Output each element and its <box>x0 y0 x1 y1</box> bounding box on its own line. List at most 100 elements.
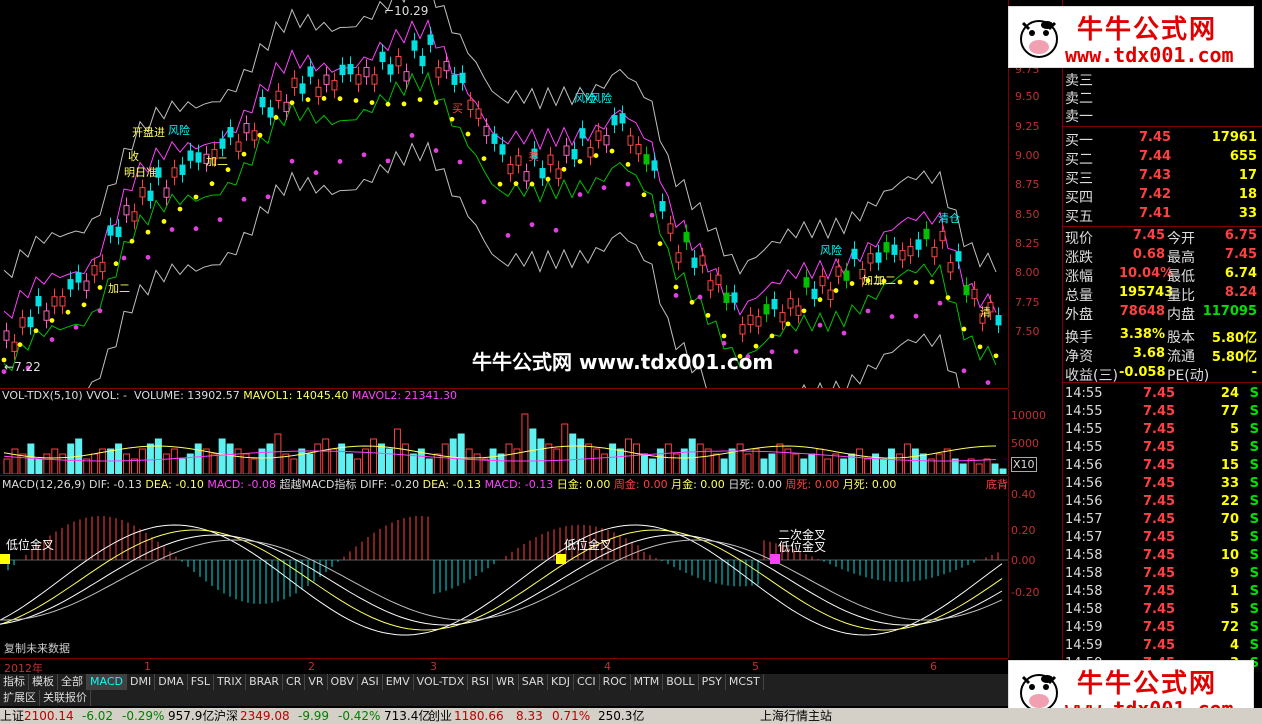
tab-secondary-item[interactable]: 关联报价 <box>40 690 91 706</box>
sar-dot <box>481 199 487 205</box>
volume-bar <box>298 448 306 475</box>
candle <box>659 201 666 212</box>
ma-dot <box>113 261 119 267</box>
tab-sar[interactable]: SAR <box>519 674 549 690</box>
volume-indicator-name[interactable]: VOL-TDX(5,10) <box>2 389 83 402</box>
tick-time: 14:56 <box>1065 476 1103 491</box>
candle <box>443 60 450 72</box>
tick-time: 14:59 <box>1065 620 1103 635</box>
candle <box>403 71 410 82</box>
candle <box>571 149 578 160</box>
candle <box>755 316 762 327</box>
buy-level-row[interactable]: 买四 7.42 18 <box>1063 187 1262 206</box>
stat-value: 7.45 <box>1224 247 1257 262</box>
volume-bar <box>202 448 210 475</box>
buy-level-label: 买四 <box>1065 190 1093 206</box>
volume-bar <box>170 448 178 475</box>
volume-bar <box>601 453 609 475</box>
volume-bar <box>234 448 242 475</box>
ma-dot <box>625 161 631 167</box>
volume-bar <box>664 443 672 475</box>
tick-row: 14:58 7.45 10 S <box>1063 548 1262 566</box>
volume-chart[interactable] <box>0 402 1008 475</box>
ma-dot <box>609 148 615 154</box>
ma-dot <box>97 285 103 290</box>
tab-vr[interactable]: VR <box>305 674 328 690</box>
sell-level-label: 卖一 <box>1065 109 1093 125</box>
tab-cci[interactable]: CCI <box>574 674 600 690</box>
volume-bar <box>218 438 226 475</box>
tab-secondary-item[interactable]: 扩展区 <box>0 690 40 706</box>
volume-bar <box>330 448 338 475</box>
candle <box>555 168 562 179</box>
candle <box>227 127 234 138</box>
buy-level-row[interactable]: 买一 7.45 17961 <box>1063 130 1262 149</box>
signal-label: 买 <box>452 102 463 115</box>
buy-level-row[interactable]: 买三 7.43 17 <box>1063 168 1262 187</box>
sar-dot <box>145 254 151 260</box>
tab-vol-tdx[interactable]: VOL-TDX <box>414 674 469 690</box>
sar-dot <box>265 194 271 200</box>
buy-level-row[interactable]: 买五 7.41 33 <box>1063 206 1262 225</box>
candle <box>171 167 178 178</box>
stat-value: 117095 <box>1202 304 1257 319</box>
tab-brar[interactable]: BRAR <box>246 674 284 690</box>
buy-volume: 33 <box>1238 206 1257 221</box>
tab-psy[interactable]: PSY <box>699 674 726 690</box>
ma-dot <box>353 98 359 103</box>
tab-dmi[interactable]: DMI <box>127 674 156 690</box>
tab-mtm[interactable]: MTM <box>631 674 664 690</box>
volume-bar <box>67 443 75 475</box>
signal-label: 卖 <box>528 150 539 163</box>
tick-volume: 77 <box>1220 404 1239 419</box>
sar-dot <box>721 340 727 346</box>
candle <box>843 270 850 281</box>
candle <box>179 164 186 175</box>
tab-wr[interactable]: WR <box>493 674 519 690</box>
ma-dot <box>65 309 71 315</box>
tab-macd[interactable]: MACD <box>87 674 127 690</box>
tab-asi[interactable]: ASI <box>358 674 383 690</box>
tick-price: 7.45 <box>1143 494 1176 509</box>
sar-dot <box>409 133 415 138</box>
tab-fsl[interactable]: FSL <box>188 674 214 690</box>
buy-level-row[interactable]: 买二 7.44 655 <box>1063 149 1262 168</box>
sar-dot <box>529 222 535 228</box>
tab-trix[interactable]: TRIX <box>214 674 247 690</box>
tab-boll[interactable]: BOLL <box>663 674 699 690</box>
tab-cr[interactable]: CR <box>283 674 306 690</box>
tick-price: 7.45 <box>1143 386 1176 401</box>
tab-指标[interactable]: 指标 <box>0 674 29 690</box>
candle <box>43 310 50 321</box>
tab-全部[interactable]: 全部 <box>58 674 87 690</box>
stat-label: 流通 <box>1167 349 1195 365</box>
tab-obv[interactable]: OBV <box>328 674 358 690</box>
candle <box>739 324 746 335</box>
tab-rsi[interactable]: RSI <box>468 674 494 690</box>
tab-mcst[interactable]: MCST <box>726 674 764 690</box>
tab-emv[interactable]: EMV <box>383 674 414 690</box>
macd-signal-label: 低位金叉 <box>6 538 55 552</box>
stat-value: 3.38% <box>1119 327 1165 342</box>
tick-time: 14:57 <box>1065 530 1103 545</box>
ma-dot <box>641 192 647 198</box>
candle <box>163 187 170 198</box>
tab-roc[interactable]: ROC <box>600 674 631 690</box>
sar-dot <box>337 159 343 164</box>
sar-dot <box>169 227 175 232</box>
tab-模板[interactable]: 模板 <box>29 674 58 690</box>
stat-label: 量比 <box>1167 288 1195 304</box>
tick-side: S <box>1249 440 1259 455</box>
volume-bar <box>441 443 449 475</box>
volume-bar <box>824 458 832 475</box>
sar-dot <box>457 159 463 165</box>
macd-chart[interactable]: 低位金叉 低位金叉 二次金叉 低位金叉 复制未来数据 <box>0 490 1008 658</box>
tab-kdj[interactable]: KDJ <box>548 674 574 690</box>
tick-volume: 1 <box>1229 584 1239 599</box>
tab-dma[interactable]: DMA <box>155 674 188 690</box>
price-chart[interactable]: 明日准收开盘进 风险 加二 加二 风险买卖风险 加二 清仓 风险 加二清 ⌐10.29 ←7.2… <box>0 0 1008 442</box>
volume-bar <box>959 463 967 475</box>
sar-dot <box>673 293 679 298</box>
volume-bar <box>656 448 664 475</box>
tick-side: S <box>1249 386 1259 401</box>
